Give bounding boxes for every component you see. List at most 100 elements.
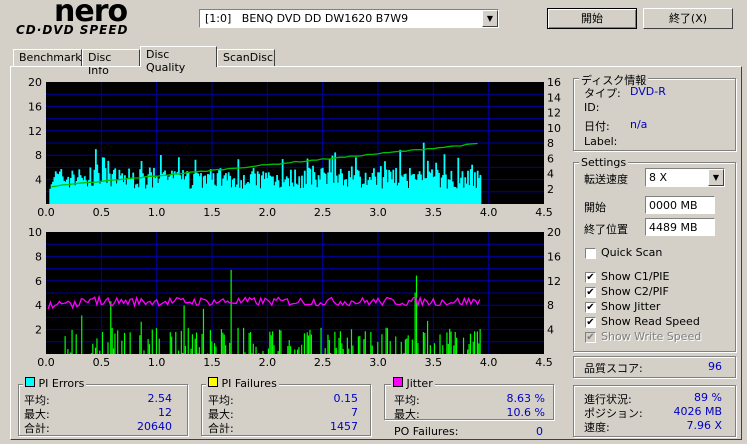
show-c2-checkbox[interactable]: ✔ xyxy=(585,287,596,298)
pi-failure-bar xyxy=(272,331,274,354)
pi-errors-title: PI Errors xyxy=(38,377,85,390)
end-position-input[interactable]: 4489 MB xyxy=(645,218,715,236)
pi-failure-bar xyxy=(151,329,153,354)
tab-scandisc[interactable]: ScanDisc xyxy=(217,49,275,67)
pi-failure-bar xyxy=(225,345,227,354)
chevron-down-icon[interactable]: ▼ xyxy=(708,169,724,186)
pi-failure-bar xyxy=(209,330,211,354)
pi-failures-swatch xyxy=(208,377,218,387)
pi-failures-chart: 0.0 0.5 1.0 1.5 2.0 2.5 3.0 3.5 4.0 4.5 10 8 6 4 2 20 16… xyxy=(28,226,561,369)
pi-failure-bar xyxy=(357,336,360,354)
pi-failure-bar xyxy=(334,331,336,354)
pi-failure-bar xyxy=(424,332,426,354)
y-left-tick-label: 8 xyxy=(35,250,42,263)
show-c2-label: Show C2/PIF xyxy=(601,285,669,298)
pi-failure-bar xyxy=(278,329,281,354)
start-button[interactable]: 開始 xyxy=(547,8,637,29)
pi-errors-max: 12 xyxy=(158,406,172,419)
drive-select[interactable]: [1:0] BENQ DVD DD DW1620 B7W9 ▼ xyxy=(199,9,499,28)
exit-button[interactable]: 終了(X) xyxy=(643,8,733,29)
pi-failure-bar xyxy=(70,352,72,354)
x-tick-label: 2.0 xyxy=(259,356,277,369)
pi-failure-bar xyxy=(229,342,231,354)
pi-failure-bar xyxy=(220,329,223,354)
pi-failure-bar xyxy=(359,336,361,354)
x-tick-label: 1.5 xyxy=(203,206,221,219)
pi-failure-bar xyxy=(223,334,225,354)
pi-failure-bar xyxy=(429,345,431,354)
speed-label: 転送速度 xyxy=(584,173,628,186)
pi-failure-bar xyxy=(269,331,271,354)
pi-failure-bar xyxy=(363,339,365,354)
y-right-tick-label: 10 xyxy=(547,122,561,135)
y-right-tick-label: 4 xyxy=(547,324,554,337)
pi-failure-bar xyxy=(121,340,123,354)
pi-errors-chart: 0.0 0.5 1.0 1.5 2.0 2.5 3.0 3.5 4.0 4.5 20 16 12 8 4 16… xyxy=(28,76,561,219)
pi-failure-bar xyxy=(474,331,476,354)
pi-failure-bar xyxy=(202,308,205,354)
pi-failure-bar xyxy=(403,353,405,354)
pi-failures-max: 7 xyxy=(351,406,358,419)
jitter-avg: 8.63 % xyxy=(506,392,545,405)
pi-failure-bar xyxy=(270,335,272,354)
pi-failure-bar xyxy=(197,353,199,354)
pi-failure-bar xyxy=(183,305,185,354)
pi-failure-bar xyxy=(110,301,112,354)
x-tick-label: 3.0 xyxy=(369,356,387,369)
pi-failure-bar xyxy=(467,349,469,354)
tab-disc-quality[interactable]: Disc Quality xyxy=(140,46,217,74)
pi-failure-bar xyxy=(308,335,310,354)
pi-failure-bar xyxy=(303,333,306,354)
speed-select[interactable]: 8 X ▼ xyxy=(645,168,725,187)
pi-failure-bar xyxy=(442,345,444,354)
x-tick-label: 3.5 xyxy=(425,206,443,219)
pi-failure-bar xyxy=(147,339,149,354)
y-right-tick-label: 6 xyxy=(547,152,554,165)
drive-select-value: [1:0] BENQ DVD DD DW1620 B7W9 xyxy=(205,12,409,25)
pi-failure-bar xyxy=(230,269,232,354)
pi-failure-bar xyxy=(143,350,145,354)
x-tick-label: 1.5 xyxy=(203,356,221,369)
pi-failure-bar xyxy=(242,327,245,354)
pi-failure-bar xyxy=(81,315,83,354)
dropdown-arrow-icon[interactable]: ▼ xyxy=(482,10,498,27)
pi-failure-bar xyxy=(338,337,340,354)
disc-label-label: Label: xyxy=(584,135,618,148)
y-left-tick-label: 4 xyxy=(35,174,42,187)
pi-errors-avg: 2.54 xyxy=(147,392,173,405)
show-read-speed-checkbox[interactable]: ✔ xyxy=(585,317,596,328)
pi-failures-total-label: 合計: xyxy=(208,422,234,435)
pi-failure-bar xyxy=(198,347,200,354)
x-tick-label: 1.0 xyxy=(148,356,166,369)
pi-failure-bar xyxy=(341,343,343,354)
start-position-input[interactable]: 0000 MB xyxy=(645,196,715,214)
pi-failure-bar xyxy=(158,338,160,354)
progress-value: 89 % xyxy=(694,391,722,404)
show-jitter-checkbox[interactable]: ✔ xyxy=(585,302,596,313)
pi-failure-bar xyxy=(417,343,419,354)
tab-disc-info[interactable]: Disc Info xyxy=(82,49,140,77)
pi-failure-bar xyxy=(244,352,246,354)
pi-errors-total: 20640 xyxy=(137,420,172,433)
pi-failure-bar xyxy=(350,329,353,354)
show-c1-label: Show C1/PIE xyxy=(601,270,670,283)
tab-benchmark[interactable]: Benchmark xyxy=(13,49,82,67)
nero-logo: nero CD·DVD SPEED xyxy=(16,0,166,38)
position-value: 4026 MB xyxy=(673,405,722,418)
show-c1-checkbox[interactable]: ✔ xyxy=(585,272,596,283)
pi-failure-bar xyxy=(476,331,478,354)
quick-scan-checkbox[interactable] xyxy=(585,248,596,259)
tab-scandisc-label: ScanDisc xyxy=(223,51,274,64)
pi-failure-bar xyxy=(406,338,408,354)
pi-failure-bar xyxy=(262,350,264,354)
pi-failure-bar xyxy=(385,327,387,354)
pi-failure-bar xyxy=(169,332,171,354)
disc-type-value: DVD-R xyxy=(630,85,666,98)
jitter-max-label: 最大: xyxy=(394,408,420,421)
end-position-value: 4489 MB xyxy=(649,221,698,234)
quality-score-label: 品質スコア: xyxy=(584,362,643,375)
show-write-speed-label: Show Write Speed xyxy=(601,330,702,343)
pi-failure-bar xyxy=(71,329,73,354)
pi-failures-title: PI Failures xyxy=(221,377,277,390)
pi-failure-bar xyxy=(414,292,416,354)
